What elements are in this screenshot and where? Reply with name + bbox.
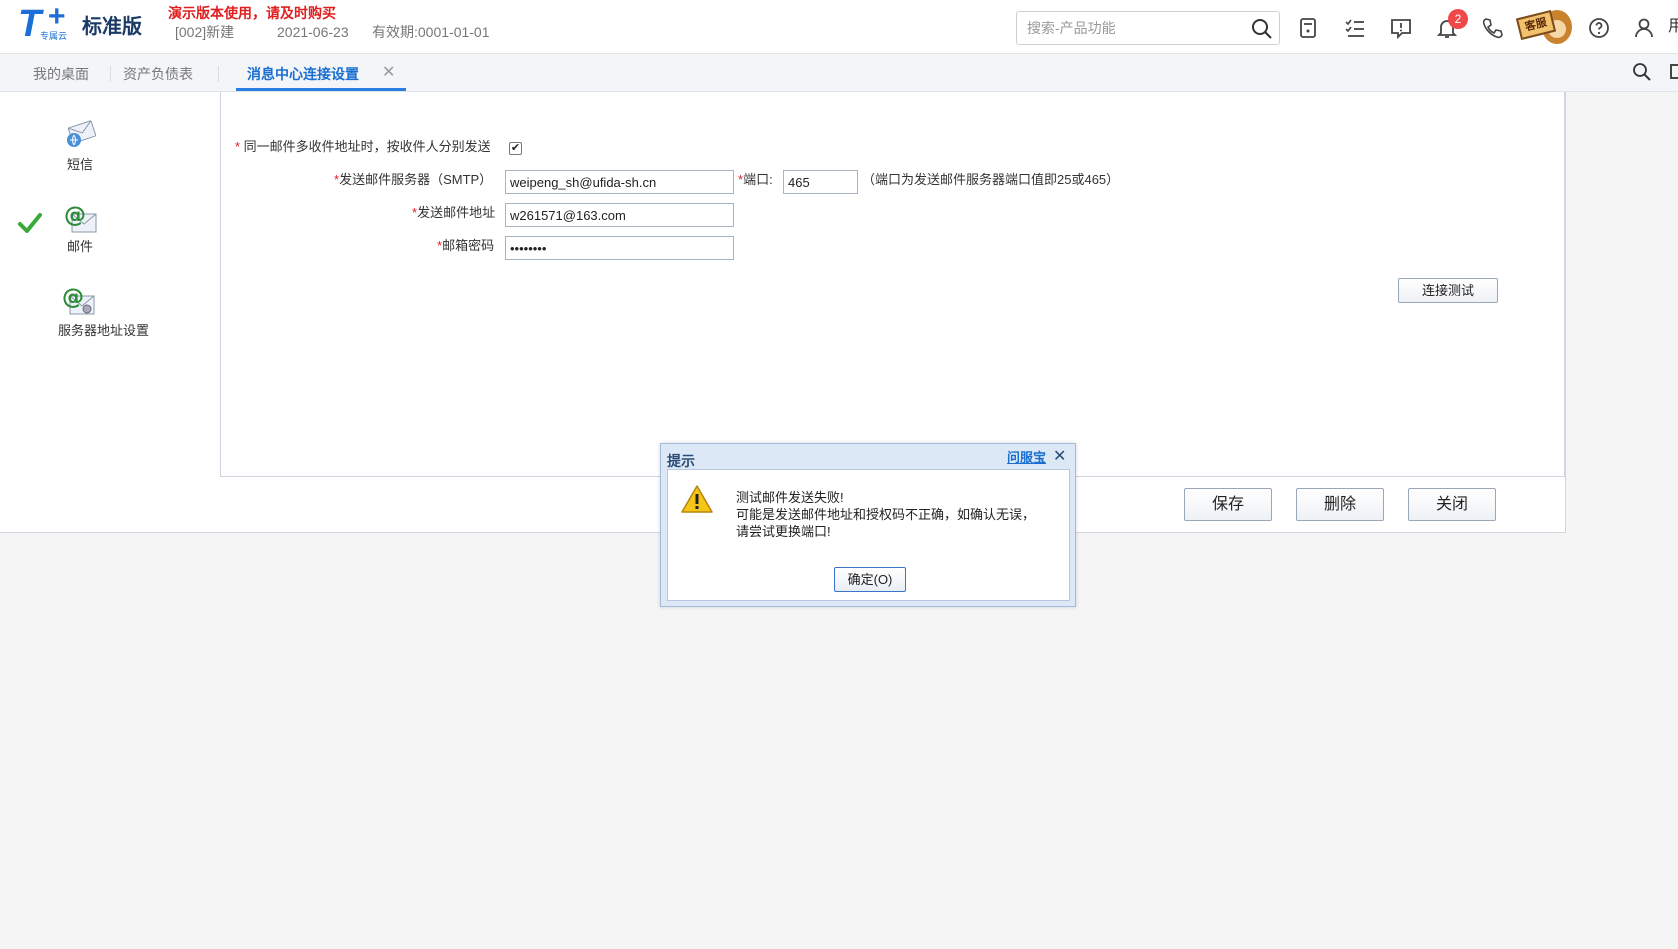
- separate-send-text: 同一邮件多收件地址时，按收件人分别发送: [243, 139, 491, 154]
- sms-envelope-icon: [62, 120, 98, 157]
- sender-address-label: *发送邮件地址: [412, 205, 495, 221]
- separate-send-checkbox[interactable]: ✔: [509, 142, 522, 155]
- close-button[interactable]: 关闭: [1408, 488, 1496, 521]
- port-label: *端口:: [738, 172, 773, 188]
- sidebar-item-email[interactable]: @ 邮件: [58, 200, 102, 255]
- tab-balance-sheet[interactable]: 资产负债表: [123, 65, 193, 83]
- email-at-icon: @: [62, 203, 98, 239]
- calculator-icon[interactable]: [1296, 16, 1320, 40]
- user-icon[interactable]: [1632, 16, 1656, 40]
- save-button[interactable]: 保存: [1184, 488, 1272, 521]
- customer-service-mascot[interactable]: 客服: [1515, 6, 1576, 52]
- warning-icon: [680, 484, 714, 517]
- dialog-message: 测试邮件发送失败! 可能是发送邮件地址和授权码不正确，如确认无误， 请尝试更换端…: [736, 489, 1035, 540]
- help-link[interactable]: 问服宝: [1007, 449, 1046, 467]
- logo-subtitle: 专属云: [40, 31, 68, 41]
- logo-plus-mark: +: [48, 0, 66, 33]
- dialog-title: 提示: [667, 453, 695, 469]
- window-icon[interactable]: [1670, 62, 1678, 85]
- tab-divider: [218, 66, 219, 82]
- validity-period: 有效期:0001-01-01: [372, 24, 490, 40]
- sidebar-item-label: 短信: [66, 157, 93, 172]
- ok-button[interactable]: 确定(O): [834, 567, 906, 592]
- notification-badge: 2: [1448, 9, 1468, 29]
- top-header: T + 专属云 标准版 演示版本使用，请及时购买 [002]新建 2021-06…: [0, 0, 1678, 54]
- message-line: 测试邮件发送失败!: [736, 490, 844, 505]
- close-icon[interactable]: ✕: [382, 63, 395, 83]
- message-icon[interactable]: [1389, 16, 1413, 40]
- svg-text:@: @: [64, 203, 86, 228]
- tab-message-center-settings[interactable]: 消息中心连接设置: [247, 65, 359, 83]
- search-icon[interactable]: [1251, 18, 1273, 43]
- account-name[interactable]: [002]新建: [175, 23, 234, 41]
- phone-icon[interactable]: [1481, 16, 1505, 40]
- tab-bar: 我的桌面 资产负债表 消息中心连接设置 ✕: [0, 54, 1678, 92]
- help-icon[interactable]: [1587, 16, 1611, 40]
- edition-name: 标准版: [82, 16, 142, 38]
- password-label-text: 邮箱密码: [442, 238, 495, 253]
- tab-divider: [110, 66, 111, 82]
- sender-email-field[interactable]: [505, 203, 734, 227]
- user-name-truncated[interactable]: 用: [1668, 16, 1678, 38]
- sidebar-item-label: 服务器地址设置: [58, 323, 150, 338]
- connection-test-button[interactable]: 连接测试: [1398, 278, 1498, 303]
- password-label: *邮箱密码: [437, 238, 494, 254]
- search-icon[interactable]: [1632, 62, 1652, 85]
- sender-address-text: 发送邮件地址: [417, 205, 496, 220]
- search-input[interactable]: [1027, 18, 1247, 38]
- message-line: 请尝试更换端口!: [736, 524, 831, 539]
- port-label-text: 端口:: [743, 172, 773, 187]
- smtp-label-text: 发送邮件服务器（SMTP）: [339, 172, 493, 187]
- task-list-icon[interactable]: [1343, 16, 1367, 40]
- sidebar-item-label: 邮件: [66, 239, 93, 254]
- active-tab-indicator: [236, 88, 406, 91]
- separate-send-label: * 同一邮件多收件地址时，按收件人分别发送: [235, 139, 491, 155]
- app-logo[interactable]: T + 专属云 标准版: [18, 0, 168, 48]
- port-field[interactable]: [783, 170, 858, 194]
- password-field[interactable]: [505, 236, 734, 260]
- close-icon[interactable]: ✕: [1053, 447, 1066, 467]
- tab-my-desktop[interactable]: 我的桌面: [33, 65, 89, 83]
- required-mark: *: [235, 139, 244, 154]
- search-box[interactable]: [1016, 11, 1280, 45]
- logo-t-mark: T: [18, 3, 42, 45]
- server-email-icon: @: [58, 282, 162, 321]
- alert-dialog: 提示 问服宝 ✕ 测试邮件发送失败! 可能是发送邮件地址和授权码不正确，如确认无…: [660, 443, 1076, 607]
- svg-text:@: @: [62, 285, 84, 310]
- sidebar-item-sms[interactable]: 短信: [58, 118, 102, 173]
- delete-button[interactable]: 删除: [1296, 488, 1384, 521]
- smtp-server-field[interactable]: [505, 170, 734, 194]
- login-date: 2021-06-23: [277, 24, 349, 40]
- smtp-label: *发送邮件服务器（SMTP）: [334, 172, 492, 188]
- message-line: 可能是发送邮件地址和授权码不正确，如确认无误，: [736, 507, 1036, 522]
- checkmark-icon: [18, 212, 42, 237]
- sidebar-item-server-address[interactable]: @ 服务器地址设置: [58, 282, 162, 339]
- dialog-body: 测试邮件发送失败! 可能是发送邮件地址和授权码不正确，如确认无误， 请尝试更换端…: [667, 469, 1070, 601]
- demo-notice[interactable]: 演示版本使用，请及时购买: [168, 4, 336, 22]
- port-hint: （端口为发送邮件服务器端口值即25或465）: [862, 172, 1120, 187]
